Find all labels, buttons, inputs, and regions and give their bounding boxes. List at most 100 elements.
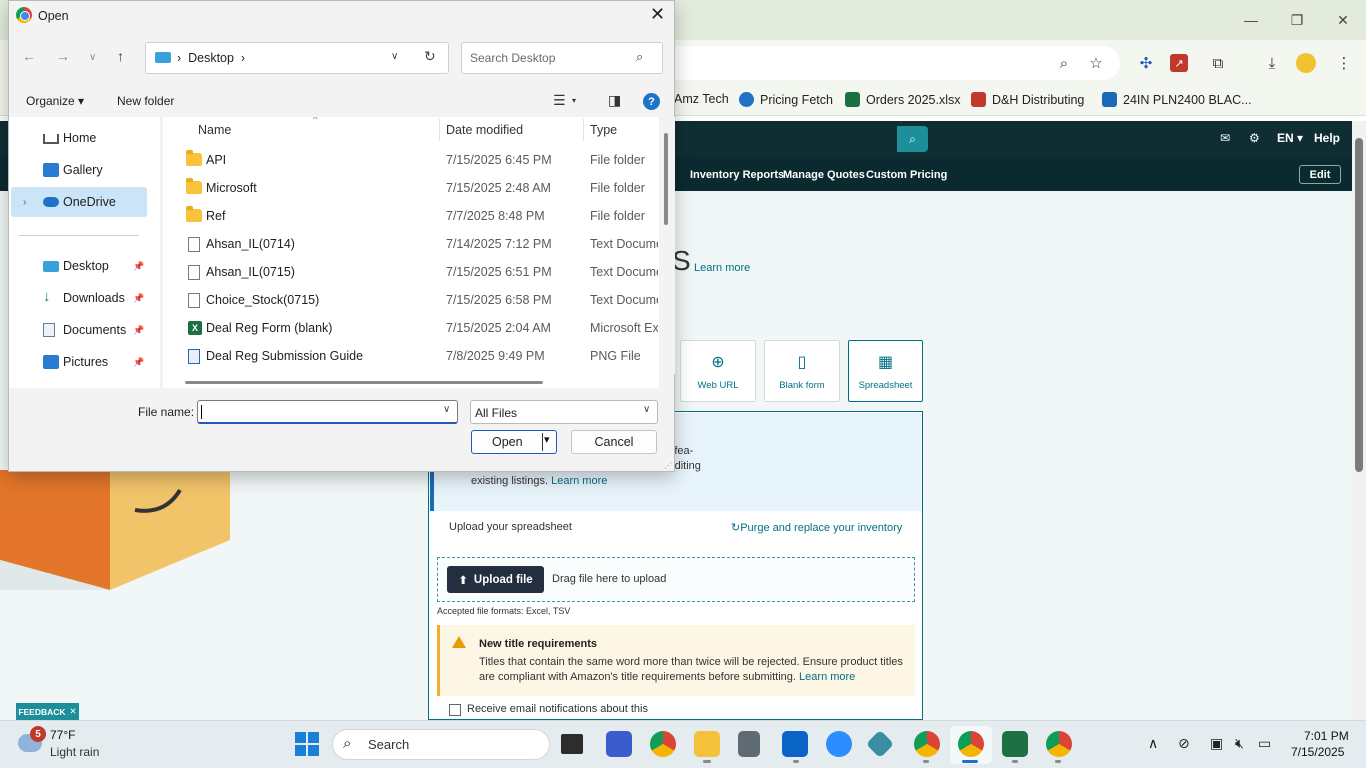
mail-icon[interactable]: ✉: [1220, 131, 1230, 145]
close-window-button[interactable]: ✕: [1320, 0, 1366, 40]
weather-description[interactable]: Light rain: [50, 745, 99, 759]
option-blank-form[interactable]: ▯ Blank form: [764, 340, 840, 402]
column-header-date[interactable]: Date modified: [446, 123, 523, 137]
network-offline-icon[interactable]: ⊘: [1178, 735, 1190, 752]
volume-muted-icon[interactable]: 🔇︎: [1235, 735, 1244, 752]
pdf-extension-icon[interactable]: ↗: [1170, 54, 1188, 72]
pin-icon[interactable]: 📌: [133, 293, 144, 304]
pin-icon[interactable]: 📌: [133, 261, 144, 272]
clock-date[interactable]: 7/15/2025: [1291, 745, 1344, 759]
display-icon[interactable]: ▣: [1210, 735, 1223, 752]
clock-time[interactable]: 7:01 PM: [1304, 729, 1349, 743]
warning-learn-more-link[interactable]: Learn more: [799, 671, 855, 683]
file-row[interactable]: Choice_Stock(0715) 7/15/2025 6:58 PM Text …: [170, 286, 659, 314]
organize-menu[interactable]: Organize ▾: [26, 94, 84, 108]
nav-item-desktop[interactable]: Desktop 📌: [9, 251, 147, 281]
restore-button[interactable]: ❐: [1274, 0, 1320, 40]
profile-avatar[interactable]: [1296, 53, 1316, 73]
bookmark-item[interactable]: 24IN PLN2400 BLAC...: [1102, 92, 1252, 107]
extension-icon[interactable]: ✣: [1134, 52, 1158, 74]
chrome-active-icon[interactable]: [958, 731, 984, 757]
up-arrow-icon[interactable]: ↑: [117, 48, 124, 64]
store-icon[interactable]: [606, 731, 632, 757]
file-name-input[interactable]: [197, 400, 458, 424]
learn-more-link[interactable]: Learn more: [694, 262, 750, 274]
task-view-icon[interactable]: [561, 734, 583, 754]
nav-item-gallery[interactable]: Gallery: [9, 155, 147, 185]
preview-pane-icon[interactable]: ◨: [608, 92, 621, 109]
nav-item-home[interactable]: Home: [9, 123, 147, 153]
battery-icon[interactable]: ▭: [1258, 735, 1271, 752]
help-icon[interactable]: ?: [643, 93, 660, 110]
info-learn-more-link[interactable]: Learn more: [551, 475, 607, 487]
extensions-puzzle-icon[interactable]: ⧉: [1206, 52, 1230, 74]
back-arrow-icon[interactable]: ←: [22, 48, 36, 64]
windows-start-icon[interactable]: [295, 732, 319, 756]
filter-dropdown-chevron-icon[interactable]: ∨: [643, 404, 650, 415]
calculator-icon[interactable]: [738, 731, 760, 757]
option-web-url[interactable]: ⊕ Web URL: [680, 340, 756, 402]
dialog-close-button[interactable]: ✕: [650, 4, 665, 25]
search-icon[interactable]: ⌕: [897, 126, 928, 152]
open-options-dropdown-icon[interactable]: ▾: [544, 433, 550, 446]
cancel-button[interactable]: Cancel: [571, 430, 657, 454]
new-folder-button[interactable]: New folder: [117, 94, 174, 108]
file-row[interactable]: Deal Reg Submission Guide 7/8/2025 9:49 P…: [170, 342, 659, 370]
forward-arrow-icon[interactable]: →: [56, 48, 70, 64]
file-row[interactable]: Ahsan_IL(0715) 7/15/2025 6:51 PM Text Docu…: [170, 258, 659, 286]
option-spreadsheet[interactable]: ▦ Spreadsheet: [848, 340, 923, 402]
column-header-name[interactable]: Name: [198, 123, 231, 137]
gear-icon[interactable]: ⚙: [1249, 131, 1260, 145]
purge-inventory-link[interactable]: ↻Purge and replace your inventory: [731, 521, 902, 534]
chrome-profile-icon[interactable]: [914, 731, 940, 757]
language-selector[interactable]: EN ▾: [1277, 131, 1303, 145]
email-notify-checkbox[interactable]: [449, 704, 461, 716]
show-hidden-icons-chevron-icon[interactable]: ∧: [1148, 735, 1158, 752]
close-icon[interactable]: ✕: [70, 706, 77, 717]
recent-locations-chevron-icon[interactable]: ∨: [89, 52, 96, 63]
nav-custom-pricing[interactable]: Custom Pricing: [866, 169, 947, 181]
nav-item-downloads[interactable]: ↓ Downloads 📌: [9, 283, 147, 313]
nav-item-onedrive[interactable]: › OneDrive: [11, 187, 147, 217]
file-list-horizontal-scroll-thumb[interactable]: [185, 381, 543, 384]
nav-inventory-reports[interactable]: Inventory Reports: [690, 169, 784, 181]
file-name-dropdown-chevron-icon[interactable]: ∨: [443, 404, 450, 415]
file-explorer-icon[interactable]: [694, 731, 720, 757]
expand-chevron-icon[interactable]: ›: [23, 197, 26, 208]
column-divider[interactable]: [439, 119, 440, 141]
outlook-icon[interactable]: [782, 731, 808, 757]
chrome-profile-2-icon[interactable]: [1046, 731, 1072, 757]
file-row[interactable]: Ahsan_IL(0714) 7/14/2025 7:12 PM Text Docu…: [170, 230, 659, 258]
refresh-icon[interactable]: ↻: [424, 48, 436, 65]
download-icon[interactable]: ⤓: [1260, 52, 1284, 74]
taskbar-search-box[interactable]: [332, 729, 550, 760]
bookmark-star-icon[interactable]: ☆: [1084, 52, 1108, 74]
minimize-button[interactable]: —: [1228, 0, 1274, 40]
bookmark-item[interactable]: Orders 2025.xlsx: [845, 92, 960, 107]
file-row[interactable]: Ref 7/7/2025 8:48 PM File folder: [170, 202, 659, 230]
view-dropdown-chevron-icon[interactable]: ▾: [572, 96, 576, 105]
file-row[interactable]: Microsoft 7/15/2025 2:48 AM File folder: [170, 174, 659, 202]
breadcrumb[interactable]: › Desktop ›: [177, 51, 245, 65]
nav-item-documents[interactable]: Documents 📌: [9, 315, 147, 345]
bookmark-item[interactable]: Amz Tech: [674, 92, 729, 106]
nav-manage-quotes[interactable]: Manage Quotes: [783, 169, 865, 181]
upload-file-button[interactable]: ⬆ Upload file: [447, 566, 544, 593]
menu-kebab-icon[interactable]: ⋮: [1332, 52, 1356, 74]
column-header-type[interactable]: Type: [590, 123, 617, 137]
weather-temperature[interactable]: 77°F: [50, 728, 75, 742]
zoom-app-icon[interactable]: [826, 731, 852, 757]
file-list-vertical-scroll-thumb[interactable]: [664, 133, 668, 225]
column-divider[interactable]: [583, 119, 584, 141]
file-type-filter[interactable]: All Files: [470, 400, 658, 424]
page-scrollbar-thumb[interactable]: [1355, 138, 1363, 472]
nav-item-pictures[interactable]: Pictures 📌: [9, 347, 147, 377]
address-dropdown-chevron-icon[interactable]: ∨: [391, 51, 398, 62]
help-link[interactable]: Help: [1314, 131, 1340, 145]
pin-icon[interactable]: 📌: [133, 357, 144, 368]
edit-button[interactable]: Edit: [1299, 165, 1341, 184]
excel-icon[interactable]: [1002, 731, 1028, 757]
file-row[interactable]: X Deal Reg Form (blank) 7/15/2025 2:04 AM M…: [170, 314, 659, 342]
chrome-icon[interactable]: [650, 731, 676, 757]
view-options-icon[interactable]: ☰: [553, 92, 566, 109]
